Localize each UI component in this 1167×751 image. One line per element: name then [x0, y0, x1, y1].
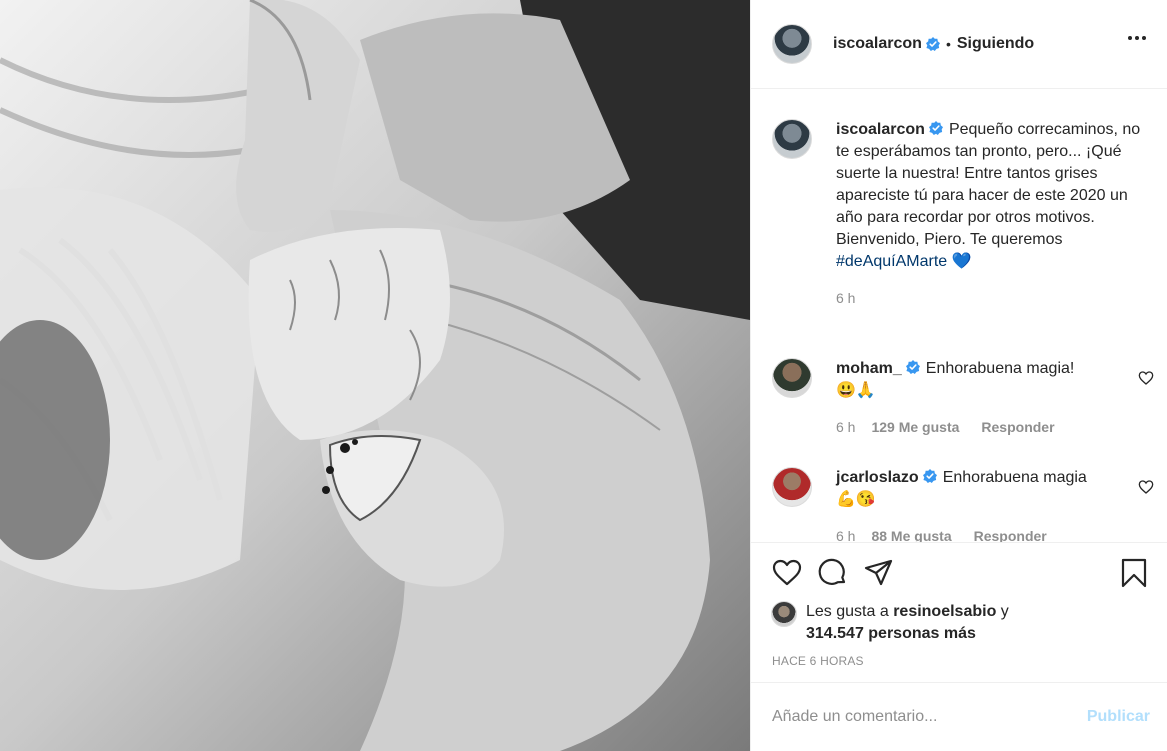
comment-item: jcarloslazo Enhorabuena magia 💪😘 6 h 88 M… — [772, 467, 1154, 542]
caption-username[interactable]: iscoalarcon — [836, 121, 925, 138]
comment-username[interactable]: moham_ — [836, 360, 902, 377]
following-button[interactable]: Siguiendo — [957, 35, 1034, 53]
comment-input[interactable] — [772, 708, 1087, 726]
share-icon[interactable] — [863, 557, 895, 589]
comment-item: moham_ Enhorabuena magia! 😃🙏 6 h 129 Me g… — [772, 358, 1154, 438]
author-username[interactable]: iscoalarcon — [833, 35, 922, 53]
verified-badge-icon — [905, 360, 920, 374]
post-header: iscoalarcon • Siguiendo — [751, 0, 1167, 89]
comment-emoji: 😃🙏 — [836, 382, 876, 399]
caption-time[interactable]: 6 h — [836, 287, 855, 309]
reply-button[interactable]: Responder — [981, 416, 1054, 438]
likes-joiner: y — [1000, 603, 1009, 620]
comment-like-heart-icon[interactable] — [1138, 479, 1154, 495]
verified-badge-icon — [925, 37, 940, 51]
comment-meta: 6 h 88 Me gusta Responder — [836, 525, 1142, 542]
verified-badge-icon — [922, 469, 937, 483]
post-photo[interactable] — [0, 0, 750, 751]
post-actions: Les gusta a resinoelsabio y 314.547 pers… — [751, 542, 1167, 682]
likes-summary: Les gusta a resinoelsabio y 314.547 pers… — [771, 601, 1151, 645]
comment-time[interactable]: 6 h — [836, 525, 855, 542]
comment-avatar[interactable] — [772, 358, 812, 398]
action-icons — [771, 557, 895, 589]
bookmark-icon[interactable] — [1118, 557, 1150, 589]
caption-avatar[interactable] — [772, 119, 812, 159]
comment-text: Enhorabuena magia — [942, 469, 1087, 486]
comments-list[interactable]: iscoalarcon Pequeño correcaminos, no te e… — [751, 90, 1167, 542]
comment-text: Enhorabuena magia! — [925, 360, 1075, 377]
publish-button[interactable]: Publicar — [1087, 708, 1150, 726]
comment-emoji: 💪😘 — [836, 491, 876, 508]
comment-likes[interactable]: 88 Me gusta — [871, 525, 951, 542]
comment-body: moham_ Enhorabuena magia! 😃🙏 6 h 129 Me g… — [836, 358, 1142, 438]
baby-hand-photo — [0, 0, 750, 751]
caption-meta: 6 h — [836, 287, 1142, 309]
post-timestamp[interactable]: HACE 6 HORAS — [772, 654, 864, 668]
caption-body: iscoalarcon Pequeño correcaminos, no te e… — [836, 119, 1142, 309]
post-detail-panel: iscoalarcon • Siguiendo iscoalarcon Peque… — [750, 0, 1167, 751]
likes-prefix: Les gusta a — [806, 603, 889, 620]
separator-dot: • — [945, 36, 951, 52]
likes-count[interactable]: 314.547 personas más — [806, 625, 976, 642]
likes-text: Les gusta a resinoelsabio y 314.547 pers… — [806, 601, 1009, 645]
comment-avatar[interactable] — [772, 467, 812, 507]
caption-hashtag[interactable]: #deAquíAMarte — [836, 253, 947, 270]
blue-heart-emoji: 💙 — [951, 253, 972, 270]
heart-icon[interactable] — [771, 557, 803, 589]
verified-badge-icon — [928, 121, 943, 135]
comment-composer: Publicar — [751, 682, 1167, 751]
comment-time[interactable]: 6 h — [836, 416, 855, 438]
reply-button[interactable]: Responder — [974, 525, 1047, 542]
liker-avatar[interactable] — [771, 601, 797, 627]
liker-username[interactable]: resinoelsabio — [893, 603, 996, 620]
comment-body: jcarloslazo Enhorabuena magia 💪😘 6 h 88 M… — [836, 467, 1142, 542]
comment-meta: 6 h 129 Me gusta Responder — [836, 416, 1142, 438]
comment-username[interactable]: jcarloslazo — [836, 469, 919, 486]
author-avatar[interactable] — [772, 24, 812, 64]
comment-icon[interactable] — [817, 557, 849, 589]
comment-like-heart-icon[interactable] — [1138, 370, 1154, 386]
more-options-icon[interactable] — [1128, 36, 1146, 40]
caption: iscoalarcon Pequeño correcaminos, no te e… — [772, 119, 1152, 309]
comment-likes[interactable]: 129 Me gusta — [871, 416, 959, 438]
caption-text-2: Bienvenido, Piero. Te queremos — [836, 231, 1063, 248]
